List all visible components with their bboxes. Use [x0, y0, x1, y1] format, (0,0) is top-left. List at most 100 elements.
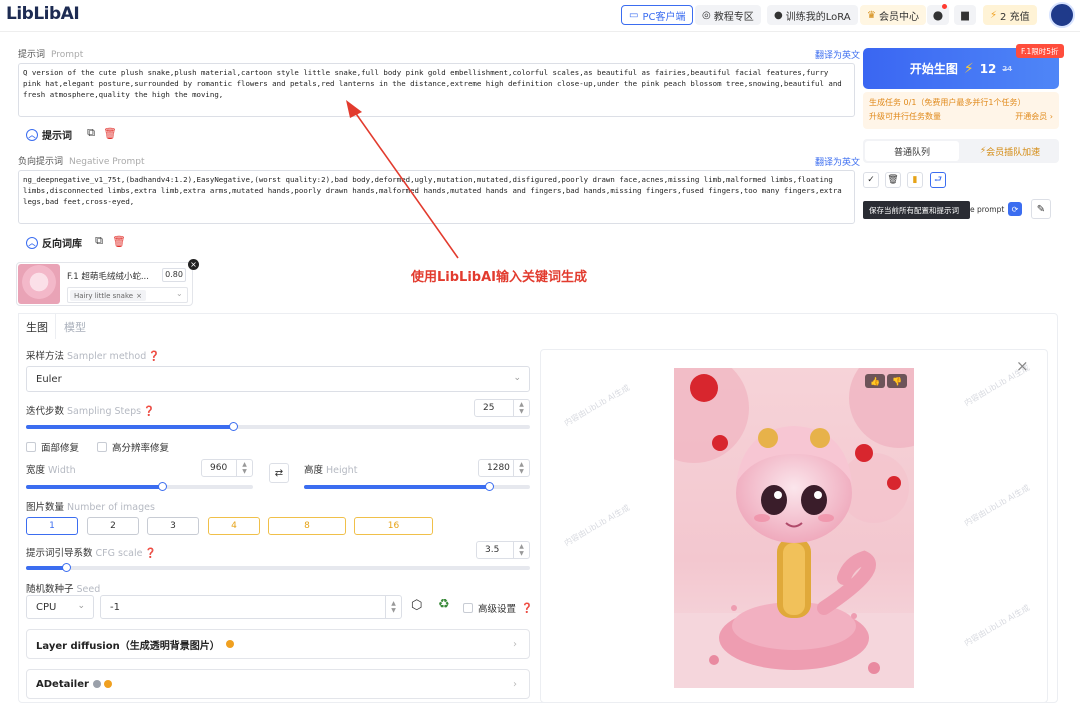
cfg-slider[interactable] — [26, 563, 530, 572]
chevron-right-icon: › — [513, 678, 517, 690]
count-option-4[interactable]: 4 — [208, 517, 260, 535]
negative-library-button[interactable]: ︿ 反向词库 — [26, 235, 82, 250]
tab-generate[interactable]: 生图 — [18, 313, 56, 339]
stepper-icon[interactable]: ▲ ▼ — [236, 460, 252, 476]
info-icon — [103, 680, 112, 688]
liblib-logo[interactable]: LibLibAI — [6, 4, 80, 24]
height-slider-fill — [304, 485, 490, 489]
notes-icon[interactable]: ✎ — [1031, 199, 1051, 219]
lora-weight-input[interactable]: 0.80 — [162, 268, 186, 282]
remove-lora-icon[interactable]: × — [188, 259, 199, 270]
prompt-label: 提示词 Prompt — [18, 50, 84, 60]
lora-icon: ● — [774, 9, 783, 21]
cfg-label: 提示词引导系数 CFG scale ❓ — [26, 548, 157, 559]
width-slider-fill — [26, 485, 163, 489]
sale-badge: F.1限时5折 — [1016, 44, 1064, 58]
annotation-arrow — [346, 100, 459, 259]
check-icon[interactable]: ✓ — [863, 172, 879, 188]
count-option-2[interactable]: 2 — [87, 517, 139, 535]
negative-prompt-label: 负向提示词 Negative Prompt — [18, 157, 145, 167]
chevron-up-icon: ︿ — [26, 236, 38, 249]
count-option-16[interactable]: 16 — [354, 517, 433, 535]
member-center-button[interactable]: ♛ 会员中心 — [860, 5, 926, 25]
files-icon[interactable]: ▆ — [954, 5, 976, 25]
seed-device-select[interactable]: CPU ⌄ — [26, 595, 94, 619]
close-icon[interactable]: × — [136, 292, 142, 300]
stepper-icon[interactable]: ▲ ▼ — [513, 460, 529, 476]
sampler-select[interactable]: Euler ⌄ — [26, 366, 530, 392]
dice-icon[interactable]: ⬡ — [411, 598, 422, 613]
prompt-translate-link[interactable]: 翻译为英文 — [815, 48, 860, 61]
seed-label: 随机数种子 Seed — [26, 584, 101, 595]
steps-slider[interactable] — [26, 422, 530, 431]
width-slider[interactable] — [26, 482, 253, 491]
recharge-button[interactable]: ⚡ 2 充值 — [983, 5, 1037, 25]
chevron-up-icon: ︿ — [26, 128, 38, 141]
pc-client-button[interactable]: ▭ PC客户端 — [621, 5, 694, 25]
stepper-icon[interactable]: ▲ ▼ — [385, 596, 401, 618]
trash-icon[interactable]: 🗑 — [112, 234, 126, 248]
stepper-icon[interactable]: ▲ ▼ — [513, 400, 529, 416]
train-lora-button[interactable]: ● 训练我的LoRA — [767, 5, 858, 25]
height-label: 高度 Height — [304, 465, 358, 476]
close-icon[interactable]: × — [1016, 357, 1029, 375]
crown-icon: ♛ — [867, 9, 876, 21]
width-input[interactable]: 960 ▲ ▼ — [201, 459, 253, 477]
help-icon: ❓ — [143, 406, 155, 417]
count-option-8[interactable]: 8 — [268, 517, 346, 535]
chevron-down-icon[interactable]: ⌄ — [176, 289, 183, 298]
save-config-tooltip: 保存当前所有配置和提示词 — [863, 201, 970, 219]
advanced-settings-checkbox[interactable]: 高级设置 ❓ — [463, 601, 533, 615]
sampler-label: 采样方法 Sampler method ❓ — [26, 351, 161, 362]
height-input[interactable]: 1280 ▲ ▼ — [478, 459, 530, 477]
recycle-icon[interactable]: ♻ — [438, 597, 450, 612]
tutorials-button[interactable]: ◎ 教程专区 — [695, 5, 761, 25]
adetailer-panel[interactable]: ADetailer › — [26, 669, 530, 699]
lightning-icon: ⚡ — [963, 60, 974, 77]
queue-normal-tab[interactable]: 普通队列 — [865, 141, 959, 161]
count-option-3[interactable]: 3 — [147, 517, 199, 535]
generated-image[interactable] — [674, 368, 914, 688]
open-member-link[interactable]: 开通会员 › — [1015, 110, 1053, 124]
tab-model[interactable]: 模型 — [64, 319, 86, 335]
info-icon — [225, 640, 234, 648]
bookmark-icon[interactable]: ▮ — [907, 172, 923, 188]
notification-dot — [942, 4, 947, 9]
help-icon — [92, 680, 101, 688]
thumbs-down-icon[interactable]: 👎 — [887, 374, 907, 388]
help-icon: ❓ — [521, 602, 533, 614]
steps-slider-handle[interactable] — [228, 422, 238, 431]
negative-translate-link[interactable]: 翻译为英文 — [815, 155, 860, 168]
chevron-down-icon: ⌄ — [77, 601, 85, 611]
height-slider[interactable] — [304, 482, 530, 491]
refresh-icon[interactable]: ⟳ — [1008, 202, 1022, 216]
swap-dimensions-icon[interactable]: ⇄ — [269, 463, 289, 483]
save-prompt-label: e prompt — [970, 205, 1005, 214]
help-icon: ❓ — [144, 548, 157, 559]
trash-icon[interactable]: 🗑 — [103, 126, 117, 140]
layer-diffusion-panel[interactable]: Layer diffusion（生成透明背景图片） › — [26, 629, 530, 659]
cfg-input[interactable]: 3.5 ▲ ▼ — [476, 541, 530, 559]
help-icon: ❓ — [148, 351, 161, 362]
queue-vip-tab[interactable]: ⚡ 会员插队加速 — [963, 141, 1057, 161]
task-status-box: 生成任务 0/1（免费用户最多并行1个任务） 升级可并行任务数量 开通会员 › — [863, 92, 1059, 129]
image-count-label: 图片数量 Number of images — [26, 502, 155, 513]
user-avatar[interactable] — [1049, 2, 1075, 28]
stepper-icon[interactable]: ▲ ▼ — [513, 542, 529, 558]
steps-input[interactable]: 25 ▲ ▼ — [474, 399, 530, 417]
trash-icon[interactable]: 🗑 — [885, 172, 901, 188]
width-label: 宽度 Width — [26, 465, 76, 476]
chevron-right-icon: › — [513, 638, 517, 650]
seed-input[interactable]: -1 ▲ ▼ — [100, 595, 402, 619]
lightning-icon: ⚡ — [990, 9, 998, 21]
thumbs-up-icon[interactable]: 👍 — [865, 374, 885, 388]
hires-fix-checkbox[interactable]: 高分辨率修复 — [97, 440, 169, 454]
save-config-icon[interactable]: ⮐ — [930, 172, 946, 188]
copy-icon[interactable]: ⧉ — [92, 234, 106, 248]
copy-icon[interactable]: ⧉ — [84, 126, 98, 140]
count-option-1[interactable]: 1 — [26, 517, 78, 535]
lora-tag: Hairy little snake × — [70, 290, 146, 301]
annotation-text: 使用LibLibAI输入关键词生成 — [411, 270, 587, 285]
prompt-library-button[interactable]: ︿ 提示词 — [26, 127, 72, 142]
face-fix-checkbox[interactable]: 面部修复 — [26, 440, 79, 454]
